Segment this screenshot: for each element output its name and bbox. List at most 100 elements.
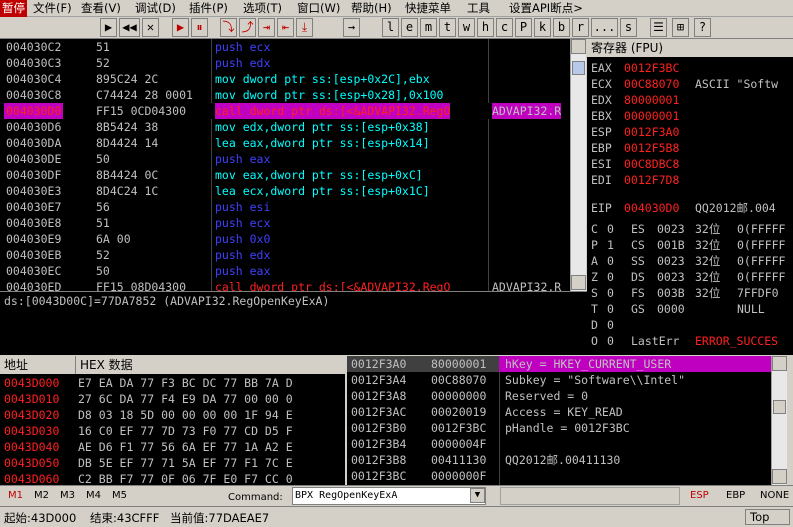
- scroll-thumb[interactable]: [572, 61, 585, 75]
- disassembly-pane[interactable]: 004030C2 51 push ecx 004030C3 52 push edx 0040…: [0, 39, 570, 291]
- step-into-icon[interactable]: ⤵: [220, 18, 237, 37]
- disasm-row[interactable]: 004030C2 51 push ecx: [0, 39, 570, 55]
- stack-row[interactable]: 0012F3AC 00020019 Access = KEY_READ: [347, 404, 771, 420]
- disasm-row[interactable]: 004030EB 52 push edx: [0, 247, 570, 263]
- source-button[interactable]: s: [620, 18, 637, 37]
- registers-pane[interactable]: 寄存器 (FPU) EAX 0012F3BC ECX 00C88070 ASCII "S…: [587, 39, 793, 355]
- register-row[interactable]: EDI 0012F7D8: [587, 172, 793, 188]
- disasm-row[interactable]: 004030ED FF15 08D04300 call dword ptr ds:[…: [0, 279, 570, 291]
- flag-row[interactable]: T 0 GS 0000 NULL: [587, 301, 793, 317]
- esp-button[interactable]: ESP: [690, 490, 709, 501]
- disassembly-scrollbar[interactable]: [570, 39, 586, 291]
- restart-icon[interactable]: ◀◀: [119, 18, 140, 37]
- stack-row[interactable]: 0012F3A0 80000001 hKey = HKEY_CURRENT_USER: [347, 356, 771, 372]
- menu-options[interactable]: 选项(T): [243, 0, 282, 17]
- close-debug-icon[interactable]: ✕: [142, 18, 159, 37]
- execute-till-return-icon[interactable]: ⤓: [296, 18, 313, 37]
- register-row[interactable]: ECX 00C88070 ASCII "Softw: [587, 76, 793, 92]
- flag-row[interactable]: O 0 LastErr ERROR_SUCCES: [587, 333, 793, 349]
- register-row[interactable]: ESI 00C8DBC8: [587, 156, 793, 172]
- stack-pane[interactable]: 0012F3A0 80000001 hKey = HKEY_CURRENT_USER…: [347, 356, 771, 485]
- disasm-row[interactable]: 004030DF 8B4424 0C mov eax,dword ptr ss:[e…: [0, 167, 570, 183]
- register-row[interactable]: EBX 00000001: [587, 108, 793, 124]
- stack-row[interactable]: 0012F3BC 0000000F: [347, 468, 771, 484]
- dump-pane[interactable]: 地址 HEX 数据 0043D000 E7 EA DA 77 F3 BC DC 7…: [0, 356, 345, 485]
- dump-address-header[interactable]: 地址: [0, 356, 76, 374]
- stack-row[interactable]: 0012F3B0 0012F3BC pHandle = 0012F3BC: [347, 420, 771, 436]
- disasm-row[interactable]: 004030C8 C74424 28 0001 mov dword ptr ss:[…: [0, 87, 570, 103]
- flag-row[interactable]: P 1 CS 001B 32位 0(FFFFF: [587, 237, 793, 253]
- cpu-button[interactable]: c: [496, 18, 513, 37]
- command-input[interactable]: BPX RegOpenKeyExA: [292, 487, 486, 505]
- breakpoints-button[interactable]: b: [553, 18, 570, 37]
- tab-m5[interactable]: M5: [112, 490, 127, 501]
- goto-icon[interactable]: →: [343, 18, 360, 37]
- references-button[interactable]: r: [572, 18, 589, 37]
- disasm-row[interactable]: 004030DE 50 push eax: [0, 151, 570, 167]
- handles-button[interactable]: h: [477, 18, 494, 37]
- dump-row[interactable]: 0043D020 D8 03 18 5D 00 00 00 00 1F 94 E: [0, 407, 345, 423]
- flag-row[interactable]: D0: [587, 317, 793, 333]
- scroll-down-icon[interactable]: [772, 469, 787, 484]
- executable-modules-button[interactable]: e: [401, 18, 418, 37]
- menu-window[interactable]: 窗口(W): [297, 0, 340, 17]
- run-icon[interactable]: ▶: [172, 18, 189, 37]
- trace-over-icon[interactable]: ⇤: [277, 18, 294, 37]
- memory-map-button[interactable]: m: [420, 18, 437, 37]
- disasm-row[interactable]: 004030E3 8D4C24 1C lea ecx,dword ptr ss:[e…: [0, 183, 570, 199]
- threads-button[interactable]: t: [439, 18, 456, 37]
- register-row[interactable]: EIP 004030D0 QQ2012邮.004: [587, 200, 793, 216]
- tab-m2[interactable]: M2: [34, 490, 49, 501]
- windows-button[interactable]: w: [458, 18, 475, 37]
- disasm-row[interactable]: 004030EC 50 push eax: [0, 263, 570, 279]
- options-icon[interactable]: ⊞: [672, 18, 689, 37]
- tab-m4[interactable]: M4: [86, 490, 101, 501]
- step-over-icon[interactable]: ⤴: [239, 18, 256, 37]
- dump-row[interactable]: 0043D050 DB 5E EF 77 71 5A EF 77 F1 7C E: [0, 455, 345, 471]
- dump-row[interactable]: 0043D000 E7 EA DA 77 F3 BC DC 77 BB 7A D: [0, 375, 345, 391]
- menu-shortcut[interactable]: 快捷菜单: [405, 0, 451, 17]
- flag-row[interactable]: C 0 ES 0023 32位 0(FFFFF: [587, 221, 793, 237]
- stack-row[interactable]: 0012F3A8 00000000 Reserved = 0: [347, 388, 771, 404]
- dump-hex-header[interactable]: HEX 数据: [76, 356, 345, 374]
- run-trace-button[interactable]: ...: [591, 18, 618, 37]
- disasm-row[interactable]: 004030E8 51 push ecx: [0, 215, 570, 231]
- trace-into-icon[interactable]: ⇥: [258, 18, 275, 37]
- dump-row[interactable]: 0043D030 16 C0 EF 77 7D 73 F0 77 CD D5 F: [0, 423, 345, 439]
- disasm-row[interactable]: 004030E9 6A 00 push 0x0: [0, 231, 570, 247]
- disasm-row[interactable]: 004030E7 56 push esi: [0, 199, 570, 215]
- disasm-row[interactable]: 004030D6 8B5424 38 mov edx,dword ptr ss:[e…: [0, 119, 570, 135]
- chevron-down-icon[interactable]: ▼: [470, 488, 485, 503]
- help-icon[interactable]: ?: [694, 18, 711, 37]
- scroll-thumb[interactable]: [773, 400, 786, 414]
- stack-row[interactable]: 0012F3B4 0000004F: [347, 436, 771, 452]
- call-stack-button[interactable]: k: [534, 18, 551, 37]
- register-row[interactable]: ESP 0012F3A0: [587, 124, 793, 140]
- open-icon[interactable]: ▶: [100, 18, 117, 37]
- flag-row[interactable]: A 0 SS 0023 32位 0(FFFFF: [587, 253, 793, 269]
- menu-help[interactable]: 帮助(H): [351, 0, 392, 17]
- menu-debug[interactable]: 调试(D): [135, 0, 176, 17]
- scroll-up-icon[interactable]: [571, 39, 586, 54]
- log-window-button[interactable]: l: [382, 18, 399, 37]
- dump-row[interactable]: 0043D040 AE D6 F1 77 56 6A EF 77 1A A2 E: [0, 439, 345, 455]
- register-row[interactable]: EDX 80000001: [587, 92, 793, 108]
- dump-row[interactable]: 0043D060 C2 BB F7 77 0F 06 7F E0 F7 CC 0: [0, 471, 345, 485]
- scroll-up-icon[interactable]: [772, 356, 787, 371]
- register-row[interactable]: EBP 0012F5B8: [587, 140, 793, 156]
- flag-row[interactable]: S 0 FS 003B 32位 7FFDF0: [587, 285, 793, 301]
- tab-m3[interactable]: M3: [60, 490, 75, 501]
- menu-file[interactable]: 文件(F): [33, 0, 72, 17]
- stack-scrollbar[interactable]: [771, 356, 787, 485]
- list-icon[interactable]: ☰: [650, 18, 667, 37]
- disasm-row[interactable]: 004030DA 8D4424 14 lea eax,dword ptr ss:[e…: [0, 135, 570, 151]
- disasm-row[interactable]: 004030C4 895C24 2C mov dword ptr ss:[esp+0…: [0, 71, 570, 87]
- dump-row[interactable]: 0043D010 27 6C DA 77 F4 E9 DA 77 00 00 0: [0, 391, 345, 407]
- scroll-down-icon[interactable]: [571, 275, 586, 290]
- none-button[interactable]: NONE: [760, 490, 789, 501]
- menu-tools[interactable]: 工具: [467, 0, 490, 17]
- menu-set-api-bp[interactable]: 设置API断点>: [509, 0, 583, 17]
- ebp-button[interactable]: EBP: [726, 490, 745, 501]
- register-row[interactable]: EAX 0012F3BC: [587, 60, 793, 76]
- menu-view[interactable]: 查看(V): [81, 0, 121, 17]
